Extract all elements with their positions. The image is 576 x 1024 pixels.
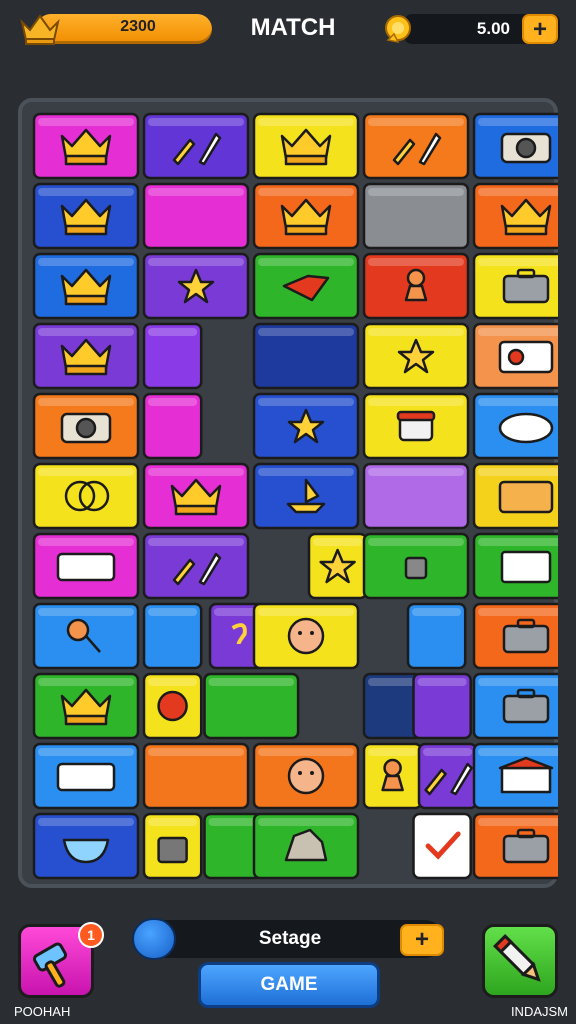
add-coins-button[interactable]: + <box>522 14 558 44</box>
tile[interactable] <box>252 322 360 390</box>
ticket-icon <box>56 762 116 792</box>
page-title: MATCH <box>250 14 336 41</box>
tile[interactable] <box>142 812 203 880</box>
tile[interactable] <box>472 672 558 740</box>
top-bar: 2300 MATCH 5.00 + <box>0 0 576 62</box>
tile[interactable] <box>472 742 558 810</box>
pencil-label: INDAJSM <box>510 1004 568 1019</box>
bag-icon <box>157 836 188 864</box>
tile[interactable] <box>406 602 467 670</box>
tile[interactable] <box>412 812 472 880</box>
tile[interactable] <box>412 672 472 740</box>
tile[interactable] <box>252 112 360 180</box>
tile[interactable] <box>142 392 203 460</box>
tile[interactable] <box>142 602 203 670</box>
notification-badge: 1 <box>78 922 104 948</box>
crown-icon <box>20 14 60 45</box>
tile[interactable] <box>362 322 470 390</box>
coin-display: 5.00 + <box>380 10 562 48</box>
case-icon <box>502 268 550 304</box>
tile[interactable] <box>142 672 203 740</box>
face-icon <box>287 617 325 655</box>
tile[interactable] <box>32 182 140 250</box>
bread-icon <box>396 410 436 442</box>
tile[interactable] <box>142 532 250 600</box>
doc-icon <box>500 550 552 584</box>
tile[interactable] <box>472 322 558 390</box>
tile[interactable] <box>472 182 558 250</box>
case-icon <box>502 618 550 654</box>
tile[interactable] <box>142 462 250 530</box>
tile[interactable] <box>362 252 470 320</box>
ball-icon <box>157 690 188 722</box>
tile[interactable] <box>32 462 140 530</box>
tile[interactable] <box>362 392 470 460</box>
tile[interactable] <box>32 812 140 880</box>
tile[interactable] <box>472 112 558 180</box>
tile[interactable] <box>417 742 478 810</box>
tile[interactable] <box>472 532 558 600</box>
tile[interactable] <box>307 532 368 600</box>
tile[interactable] <box>362 532 470 600</box>
tile[interactable] <box>362 462 470 530</box>
tile[interactable] <box>32 112 140 180</box>
card-icon <box>498 480 554 514</box>
tile[interactable] <box>32 672 140 740</box>
tile[interactable] <box>252 812 360 880</box>
tile[interactable] <box>142 742 250 810</box>
tile[interactable] <box>252 182 360 250</box>
score-value: 2300 <box>120 18 156 35</box>
case-icon <box>502 688 550 724</box>
tile[interactable] <box>362 112 470 180</box>
kettle-icon <box>404 556 428 580</box>
tile[interactable] <box>32 602 140 670</box>
tile[interactable] <box>142 182 250 250</box>
tile[interactable] <box>32 532 140 600</box>
tile[interactable] <box>142 252 250 320</box>
pencil-icon <box>493 934 541 982</box>
stage-plus-button[interactable]: + <box>400 924 444 956</box>
pencil-button[interactable] <box>482 924 558 998</box>
tile[interactable] <box>32 392 140 460</box>
tile-grid <box>32 112 558 880</box>
cloud-icon <box>498 412 554 444</box>
face-icon <box>287 757 325 795</box>
tile[interactable] <box>472 392 558 460</box>
coin-icon <box>385 15 411 44</box>
camera-icon <box>500 132 552 164</box>
tile[interactable] <box>472 812 558 880</box>
hammer-label: POOHAH <box>14 1004 71 1019</box>
tile[interactable] <box>142 322 203 390</box>
tile[interactable] <box>472 602 558 670</box>
tile[interactable] <box>472 462 558 530</box>
coin-value: 5.00 <box>476 19 510 38</box>
tile[interactable] <box>32 322 140 390</box>
score-display: 2300 <box>18 12 212 46</box>
stage-text: Setage <box>258 928 322 949</box>
tile[interactable] <box>252 602 360 670</box>
tile[interactable] <box>142 112 250 180</box>
tile[interactable] <box>252 742 360 810</box>
game-button[interactable]: GAME <box>198 962 380 1008</box>
bottom-bar: 1 POOHAH Setage + GAME INDAJSM <box>0 900 576 1024</box>
tile[interactable] <box>32 742 140 810</box>
tile[interactable] <box>362 182 470 250</box>
ticket-icon <box>56 552 116 582</box>
case-icon <box>502 828 550 864</box>
tile[interactable] <box>203 672 300 740</box>
radio-icon <box>498 340 554 374</box>
tile[interactable] <box>252 392 360 460</box>
tile[interactable] <box>472 252 558 320</box>
tile[interactable] <box>252 252 360 320</box>
tile[interactable] <box>32 252 140 320</box>
tile[interactable] <box>252 462 360 530</box>
stage-orb <box>132 918 176 960</box>
tile[interactable] <box>362 742 423 810</box>
camera-icon <box>60 412 112 444</box>
